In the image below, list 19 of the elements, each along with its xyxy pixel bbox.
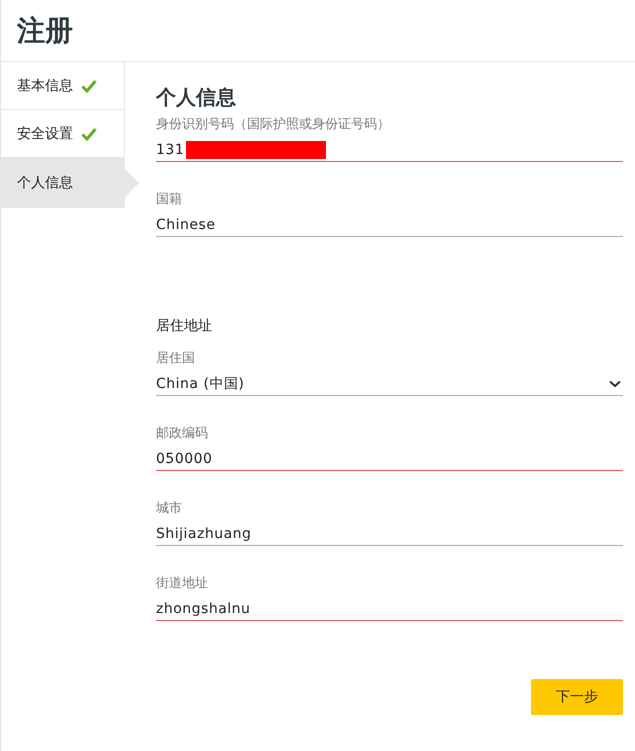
section-heading: 居住地址 (156, 317, 213, 335)
page-title: 注册 (17, 12, 73, 48)
chevron-down-icon (609, 380, 621, 388)
select-field[interactable]: China (中国) (156, 373, 623, 396)
next-button[interactable]: 下一步 (531, 679, 623, 715)
field-label: 居住国 (156, 350, 196, 367)
field-label: 身份识别号码（国际护照或身份证号码） (156, 116, 391, 133)
field-label: 街道地址 (156, 575, 209, 592)
field-label: 城市 (156, 500, 183, 517)
section-title: 个人信息 (156, 84, 237, 111)
step-tab[interactable]: 基本信息 (1, 62, 125, 110)
input-field[interactable]: Shijiazhuang (156, 523, 623, 546)
input-field[interactable]: 050000 (156, 448, 623, 471)
selection-pointer (125, 169, 139, 197)
input-field[interactable]: zhongshalnu (156, 598, 623, 621)
input-field[interactable]: Chinese (156, 214, 623, 237)
input-field[interactable]: 131 (156, 139, 623, 162)
field-label: 国籍 (156, 191, 183, 208)
field-label: 邮政编码 (156, 425, 209, 442)
